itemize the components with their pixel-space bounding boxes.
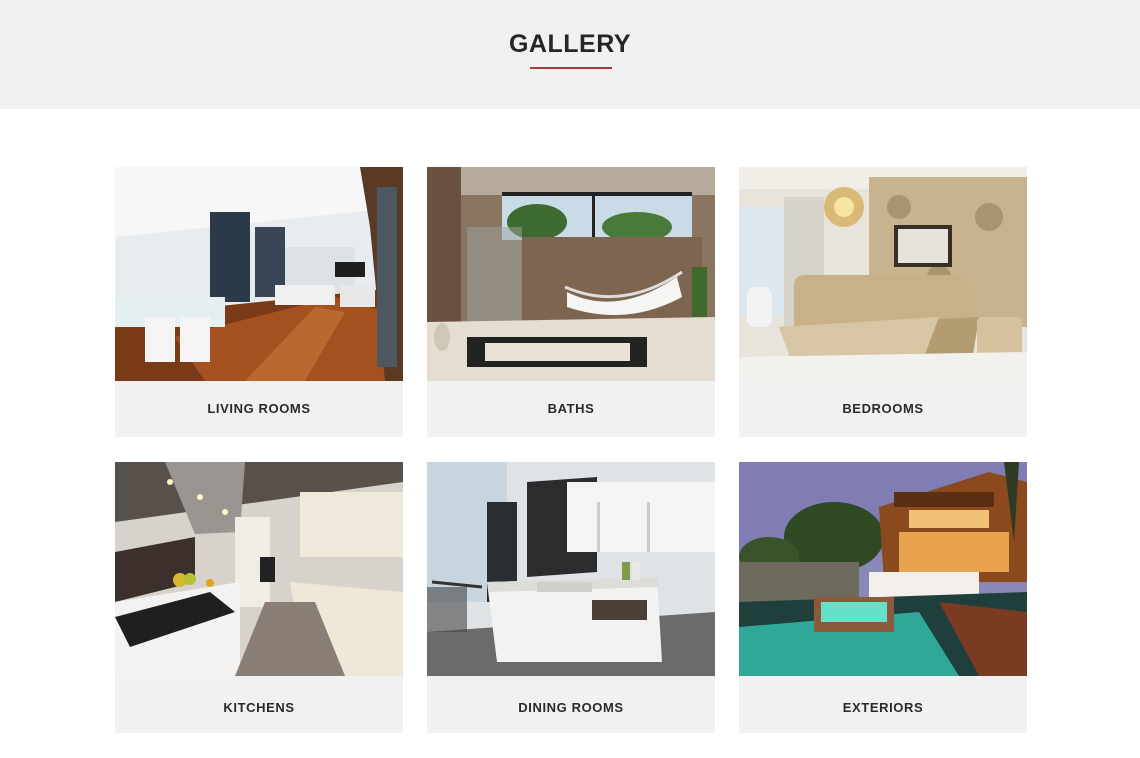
exteriors-photo[interactable]	[739, 462, 1027, 676]
gallery-card-living-rooms[interactable]: LIVING ROOMS	[115, 167, 403, 437]
card-label[interactable]: LIVING ROOMS	[115, 381, 403, 437]
gallery-card-baths[interactable]: BATHS	[427, 167, 715, 437]
gallery-card-dining-rooms[interactable]: DINING ROOMS	[427, 462, 715, 733]
bedrooms-photo[interactable]	[739, 167, 1027, 381]
gallery-card-bedrooms[interactable]: BEDROOMS	[739, 167, 1027, 437]
kitchens-photo[interactable]	[115, 462, 403, 676]
dining-rooms-photo[interactable]	[427, 462, 715, 676]
card-label[interactable]: KITCHENS	[115, 676, 403, 733]
card-label[interactable]: BATHS	[427, 381, 715, 437]
title-underline	[530, 67, 612, 69]
gallery-card-exteriors[interactable]: EXTERIORS	[739, 462, 1027, 733]
page-header: GALLERY	[0, 0, 1140, 109]
card-label[interactable]: BEDROOMS	[739, 381, 1027, 437]
page-title: GALLERY	[508, 30, 632, 58]
living-rooms-photo[interactable]	[115, 167, 403, 381]
baths-photo[interactable]	[427, 167, 715, 381]
card-label[interactable]: EXTERIORS	[739, 676, 1027, 733]
gallery-card-kitchens[interactable]: KITCHENS	[115, 462, 403, 733]
card-label[interactable]: DINING ROOMS	[427, 676, 715, 733]
